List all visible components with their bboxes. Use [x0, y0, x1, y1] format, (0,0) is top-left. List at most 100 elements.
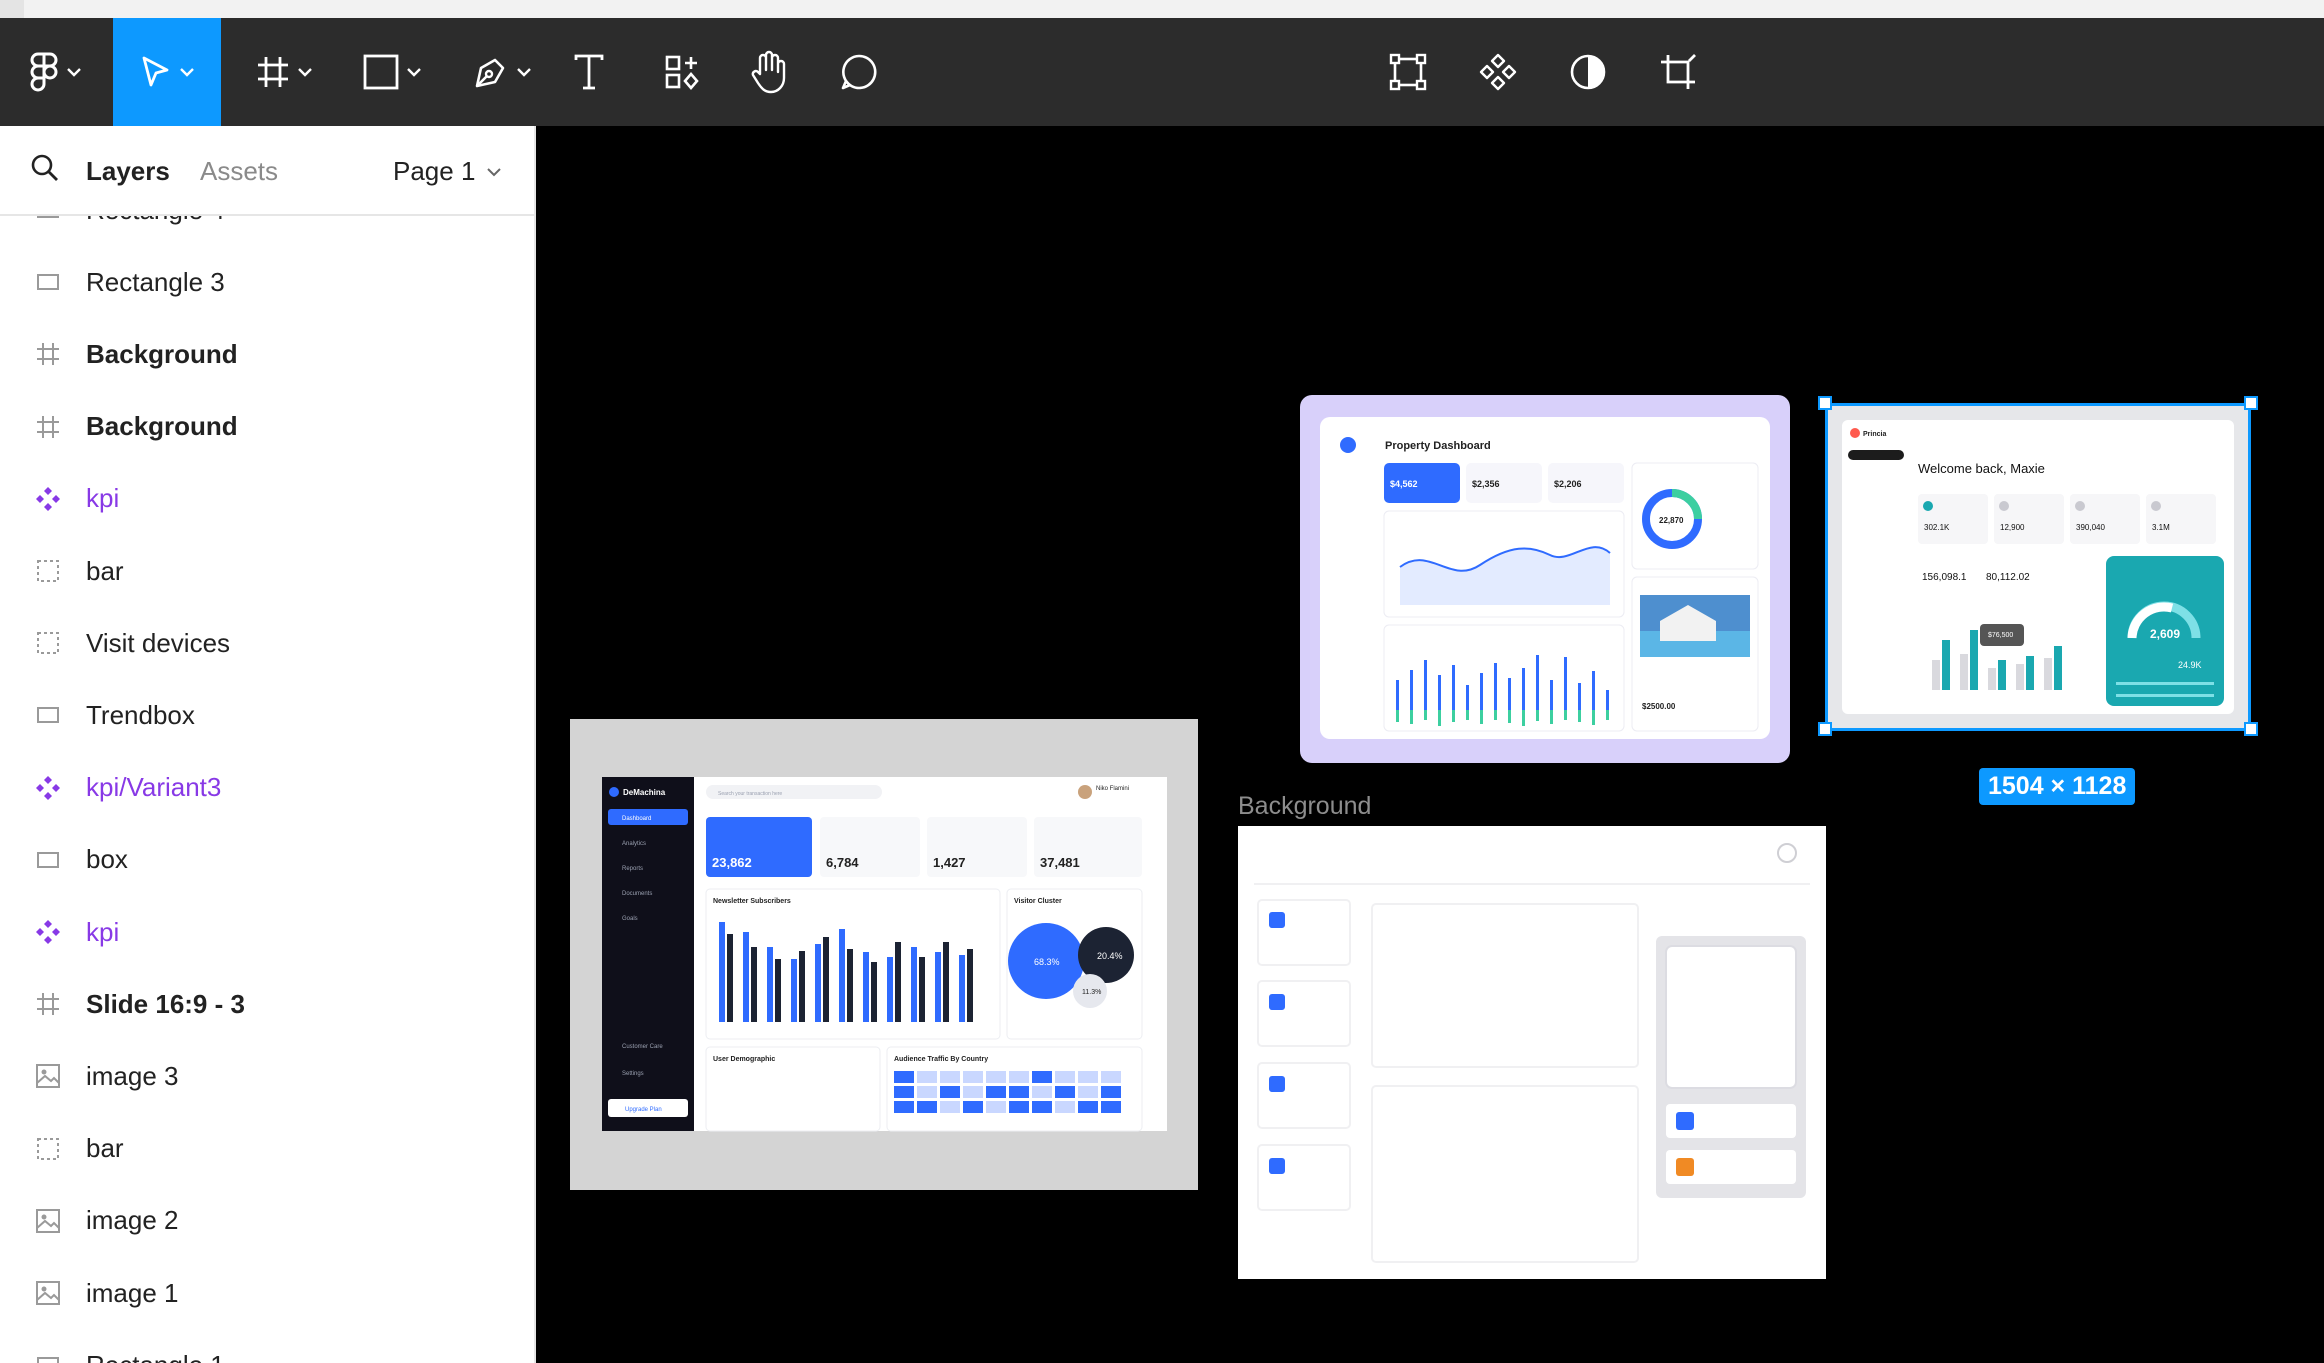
rectangle-icon — [34, 268, 62, 296]
layer-row[interactable]: kpi/Variant3 — [0, 752, 534, 824]
demachina-cluster-2: 11.3% — [1082, 989, 1101, 996]
demachina-nav-bottom-1: Settings — [622, 1071, 644, 1077]
layer-name: kpi — [86, 916, 120, 947]
selection-outline — [1825, 403, 2251, 731]
rectangle-icon — [34, 216, 62, 224]
layer-row[interactable]: Background — [0, 318, 534, 390]
figma-menu-button[interactable] — [0, 18, 110, 126]
demachina-search: Search your transaction here — [718, 791, 782, 797]
resize-handle-br[interactable] — [2244, 722, 2258, 736]
edit-object-icon — [1389, 53, 1427, 91]
section-icon — [34, 557, 62, 585]
section-icon — [34, 1135, 62, 1163]
layer-row[interactable]: Rectangle 4 — [0, 216, 534, 246]
property-title: Property Dashboard — [1385, 440, 1491, 452]
rectangle-icon — [34, 701, 62, 729]
hand-icon — [751, 50, 786, 94]
resize-handle-bl[interactable] — [1818, 722, 1832, 736]
demachina-nav-2: Reports — [622, 866, 643, 872]
chevron-down-icon — [67, 68, 81, 77]
chevron-down-icon — [517, 68, 531, 77]
layer-row[interactable]: image 1 — [0, 1257, 534, 1329]
move-tool-button[interactable] — [113, 18, 221, 126]
demachina-upgrade: Upgrade Plan — [625, 1107, 662, 1113]
property-dashboard-frame[interactable]: Property Dashboard $4,562 $2,356 $2,206 — [1300, 395, 1790, 763]
resources-tool-button[interactable] — [660, 18, 704, 126]
demachina-nav-4: Goals — [622, 916, 638, 922]
frame-tool-button[interactable] — [244, 18, 324, 126]
demachina-kpi-0: 23,862 — [712, 855, 752, 870]
frame-icon — [34, 340, 62, 368]
pen-tool-button[interactable] — [462, 18, 542, 126]
component-icon — [34, 918, 62, 946]
demachina-dashboard-frame[interactable]: DeMachina Dashboard Analytics Reports Do… — [570, 719, 1198, 1190]
comment-tool-button[interactable] — [836, 18, 882, 126]
layer-name: Slide 16:9 - 3 — [86, 988, 245, 1019]
page-label: Page 1 — [393, 156, 476, 186]
layer-row[interactable]: bar — [0, 535, 534, 607]
text-tool-button[interactable] — [566, 18, 612, 126]
resize-handle-tl[interactable] — [1818, 396, 1832, 410]
frame-icon — [34, 413, 62, 441]
demachina-user: Niko Flamini — [1096, 786, 1129, 792]
contrast-button[interactable] — [1566, 18, 1610, 126]
demachina-nav-1: Analytics — [622, 841, 646, 847]
layer-row[interactable]: Background — [0, 391, 534, 463]
layer-row[interactable]: image 3 — [0, 1040, 534, 1112]
tab-layers[interactable]: Layers — [86, 156, 170, 187]
layer-row[interactable]: image 2 — [0, 1185, 534, 1257]
layer-name: Rectangle 1 — [86, 1350, 225, 1363]
layer-row[interactable]: Rectangle 1 — [0, 1329, 534, 1363]
layer-row[interactable]: Trendbox — [0, 679, 534, 751]
hand-tool-button[interactable] — [746, 18, 790, 126]
frame-icon — [34, 990, 62, 1018]
resize-handle-tr[interactable] — [2244, 396, 2258, 410]
layer-row[interactable]: bar — [0, 1113, 534, 1185]
text-icon — [574, 54, 604, 90]
demachina-nav-3: Documents — [622, 891, 652, 897]
layer-name: Rectangle 4 — [86, 216, 225, 226]
layer-row[interactable]: box — [0, 824, 534, 896]
component-icon — [1479, 53, 1517, 91]
rectangle-icon — [363, 54, 399, 90]
browser-edge — [0, 0, 24, 18]
cursor-icon — [142, 56, 169, 87]
background-frame[interactable] — [1238, 826, 1826, 1279]
create-component-button[interactable] — [1476, 18, 1520, 126]
search-icon[interactable] — [30, 153, 60, 183]
canvas[interactable]: DeMachina Dashboard Analytics Reports Do… — [536, 126, 2324, 1363]
layer-name: image 2 — [86, 1205, 179, 1236]
property-donut-value: 22,870 — [1659, 516, 1684, 525]
layer-name: Background — [86, 338, 238, 369]
demachina-traffic: Audience Traffic By Country — [894, 1056, 988, 1063]
layer-name: Visit devices — [86, 627, 231, 658]
panel-header: Layers Assets Page 1 — [0, 126, 534, 216]
edit-object-button[interactable] — [1386, 18, 1430, 126]
layer-row[interactable]: kpi — [0, 463, 534, 535]
property-kpi-0: $4,562 — [1390, 479, 1418, 489]
demachina-kpi-1: 6,784 — [826, 855, 859, 870]
layer-name: image 3 — [86, 1060, 179, 1091]
property-dashboard-image: Property Dashboard $4,562 $2,356 $2,206 — [1320, 417, 1770, 739]
property-kpi-1: $2,356 — [1472, 479, 1500, 489]
page-selector[interactable]: Page 1 — [393, 156, 502, 187]
demachina-kpi-2: 1,427 — [933, 855, 966, 870]
layer-row[interactable]: Slide 16:9 - 3 — [0, 968, 534, 1040]
demachina-demographic: User Demographic — [713, 1056, 775, 1063]
crop-button[interactable] — [1656, 18, 1700, 126]
layer-name: bar — [86, 1133, 124, 1164]
layer-row[interactable]: Visit devices — [0, 607, 534, 679]
crop-icon — [1661, 54, 1696, 89]
layer-row[interactable]: kpi — [0, 896, 534, 968]
shape-tool-button[interactable] — [352, 18, 432, 126]
component-icon — [34, 485, 62, 513]
rectangle-icon — [34, 846, 62, 874]
component-icon — [34, 774, 62, 802]
layer-name: image 1 — [86, 1277, 179, 1308]
contrast-icon — [1570, 54, 1606, 90]
demachina-brand: DeMachina — [623, 788, 666, 797]
rectangle-icon — [34, 1351, 62, 1363]
layer-row[interactable]: Rectangle 3 — [0, 246, 534, 318]
background-frame-label[interactable]: Background — [1238, 792, 1371, 821]
tab-assets[interactable]: Assets — [200, 156, 278, 187]
